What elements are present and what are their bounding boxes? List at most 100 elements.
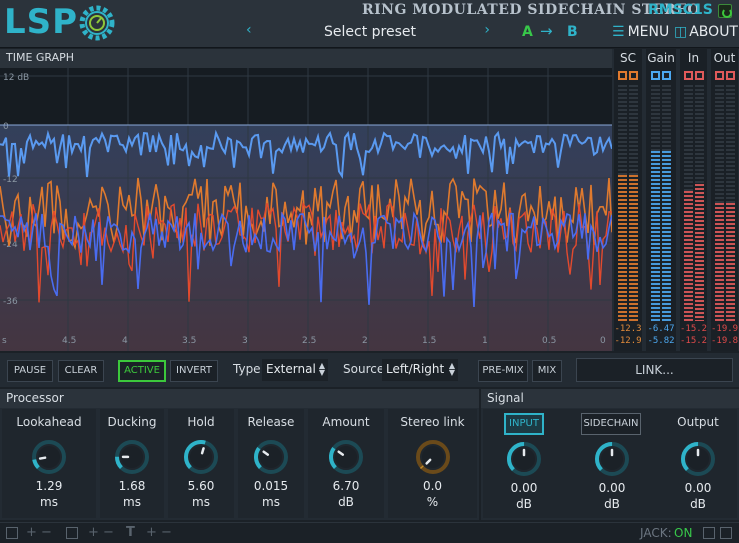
source-label: Source [343, 362, 385, 376]
processor-knob[interactable] [31, 439, 67, 475]
meter-channel-icon[interactable] [694, 71, 704, 80]
link-button[interactable]: LINK... [576, 358, 733, 382]
meter-channel-icon[interactable] [651, 71, 660, 80]
time-label: 0.5 [542, 336, 556, 346]
knob-value: 1.68 [118, 479, 146, 493]
select-arrows-icon: ▲ ▼ [318, 361, 325, 377]
graph-title: TIME GRAPH [0, 49, 612, 68]
db-label: 12 dB [3, 73, 29, 83]
type-select[interactable]: External ▲ ▼ [262, 359, 328, 381]
meter-out: Out -19.9 -19.8 [711, 49, 738, 351]
db-label: -12 [3, 175, 18, 185]
meter-channel-icon[interactable] [683, 71, 693, 80]
processor-knob-cell: Lookahead 1.29 ms [2, 409, 96, 518]
processor-knob-cell: Release 0.015 ms [238, 409, 304, 518]
signal-knob-cell: Output 0.00 dB [665, 409, 731, 518]
meter-channel-icon[interactable] [629, 71, 638, 80]
window-icon[interactable] [66, 527, 78, 539]
knob-value: 0.00 [598, 481, 626, 495]
knob-value: 0.015 [253, 479, 289, 493]
meter-value: -12.3 [614, 324, 642, 334]
knob-label: Output [677, 415, 719, 429]
meter-bar [662, 85, 671, 321]
help-icon[interactable] [703, 527, 715, 539]
power-icon[interactable] [718, 4, 732, 18]
time-graph: 12 dB0-12-24-36s 4.5 4 3.5 3 2.5 2 1.5 1 0.5 0 [0, 68, 612, 351]
knob-label: Stereo link [400, 415, 465, 429]
db-label: -36 [3, 297, 18, 307]
processor-knob[interactable] [183, 439, 219, 475]
time-label: 4.5 [62, 336, 76, 346]
jack-status: ON [674, 526, 693, 540]
time-label: 3 [242, 336, 248, 346]
text-size-icon[interactable]: T [126, 525, 135, 540]
knob-unit: dB [338, 495, 354, 509]
header: LSP RING MODULATED SIDECHAIN STEREO RMSC… [0, 0, 739, 48]
time-label: 3.5 [182, 336, 196, 346]
about-icon: ◫ [674, 24, 688, 40]
meter-channel-icon[interactable] [662, 71, 671, 80]
knob-unit: dB [604, 497, 620, 511]
meter-in: In -15.2 -15.2 [680, 49, 707, 351]
meter-bar [651, 85, 660, 321]
signal-section: Signal INPUT SIDECHAIN 0.00 dB 0.00 dB Outpu… [481, 389, 739, 520]
processor-knob[interactable] [253, 439, 289, 475]
meter-value: -15.2 [680, 336, 708, 346]
time-label: 0 [600, 336, 606, 346]
processor-title: Processor [0, 389, 479, 408]
jack-label: JACK: [640, 526, 672, 540]
type-label: Type [233, 362, 261, 376]
knob-value: 1.29 [35, 479, 63, 493]
plus-minus-icon[interactable]: + − [26, 525, 52, 540]
meter-channel-icon[interactable] [725, 71, 735, 80]
signal-knob[interactable] [680, 441, 716, 477]
pause-button[interactable]: PAUSE [7, 360, 53, 382]
ab-b-button[interactable]: B [567, 24, 578, 40]
resize-icon[interactable] [720, 527, 732, 539]
time-label: 2.5 [302, 336, 316, 346]
next-preset-icon[interactable]: › [484, 22, 490, 38]
meter-bar [725, 85, 735, 321]
preset-label[interactable]: Select preset [240, 24, 500, 40]
about-button[interactable]: ◫ ABOUT [674, 24, 738, 40]
ab-a-button[interactable]: A [522, 24, 533, 40]
meter-bar [618, 85, 627, 321]
select-arrows-icon: ▲ ▼ [448, 361, 455, 377]
knob-unit: ms [123, 495, 141, 509]
preset-selector[interactable]: Select preset ‹ › [240, 22, 500, 44]
processor-knob[interactable] [415, 439, 451, 475]
processor-knob[interactable] [328, 439, 364, 475]
meter-value: -15.2 [680, 324, 708, 334]
meter-channel-icon[interactable] [714, 71, 724, 80]
ab-swap-arrow-icon[interactable]: → [540, 22, 553, 40]
knob-value: 0.0 [422, 479, 443, 493]
knob-value: 6.70 [332, 479, 360, 493]
menu-button[interactable]: ☰ MENU [612, 24, 669, 40]
prev-preset-icon[interactable]: ‹ [246, 22, 252, 38]
premix-button[interactable]: PRE-MIX [478, 360, 528, 382]
processor-knob[interactable] [114, 439, 150, 475]
meter-sc: SC -12.3 -12.9 [614, 49, 642, 351]
mix-button[interactable]: MIX [532, 360, 562, 382]
signal-knob[interactable] [594, 441, 630, 477]
invert-button[interactable]: INVERT [170, 360, 218, 382]
meter-title: In [687, 51, 700, 65]
processor-knob-cell: Stereo link 0.0% [388, 409, 477, 518]
knob-unit: ms [192, 495, 210, 509]
menu-icon: ☰ [612, 24, 625, 40]
source-select[interactable]: Left/Right ▲ ▼ [382, 359, 458, 381]
plus-minus-icon[interactable]: + − [146, 525, 172, 540]
active-button[interactable]: ACTIVE [118, 360, 166, 382]
knob-unit: dB [516, 497, 532, 511]
clear-button[interactable]: CLEAR [58, 360, 104, 382]
plus-minus-icon[interactable]: + − [88, 525, 114, 540]
source-select-value: Left/Right [386, 362, 445, 376]
knob-unit: dB [690, 497, 706, 511]
knob-unit: ms [262, 495, 280, 509]
layout-icon[interactable] [6, 527, 18, 539]
meter-channel-icon[interactable] [618, 71, 627, 80]
signal-knob[interactable] [506, 441, 542, 477]
time-graph-panel: TIME GRAPH 12 dB 0 -12 -24 -36 s 4.5 4 3.5 3 2.5 2 1… [0, 49, 612, 351]
signal-knob-cell: 0.00 dB [579, 409, 645, 518]
meter-value: -19.9 [711, 324, 739, 334]
